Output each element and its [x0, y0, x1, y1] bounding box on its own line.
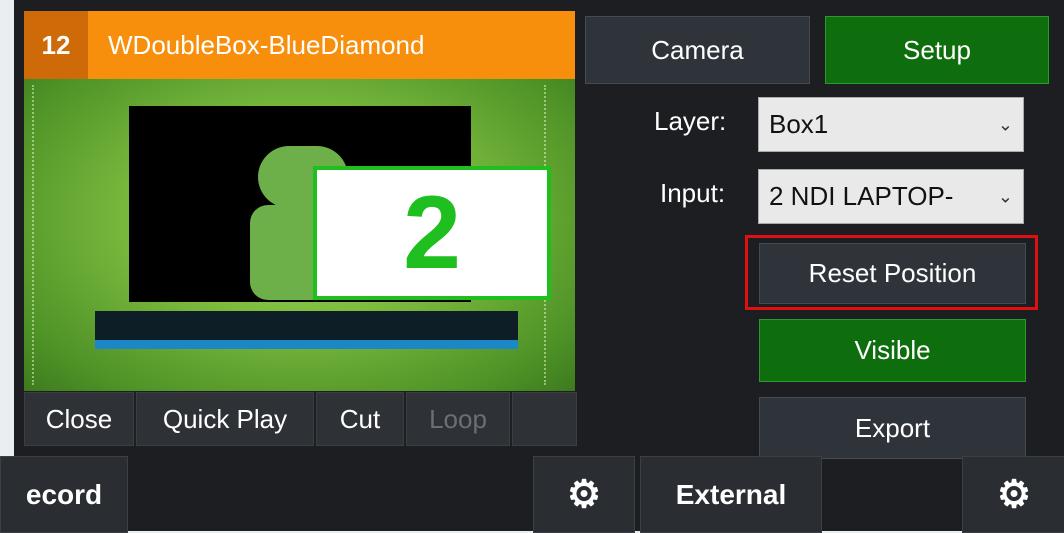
camera-button[interactable]: Camera [585, 16, 810, 84]
preview-ticker [95, 311, 518, 349]
ticker-bar [95, 340, 518, 349]
record-button[interactable]: ecord [0, 456, 128, 533]
visible-button[interactable]: Visible [759, 319, 1026, 382]
chevron-down-icon: ⌄ [997, 186, 1013, 206]
reset-position-button[interactable]: Reset Position [759, 243, 1026, 304]
layer-label: Layer: [654, 106, 727, 136]
quick-play-button[interactable]: Quick Play [136, 392, 314, 446]
external-button[interactable]: External [640, 456, 822, 533]
gear-icon: ⚙ [566, 474, 602, 516]
input-value: 2 NDI LAPTOP- [769, 181, 954, 211]
cut-button[interactable]: Cut [316, 392, 404, 446]
input-title: WDoubleBox-BlueDiamond [108, 30, 425, 60]
export-button[interactable]: Export [759, 397, 1026, 459]
more-button[interactable] [512, 392, 577, 446]
input-select[interactable]: 2 NDI LAPTOP- ⌄ [758, 169, 1024, 224]
chevron-down-icon: ⌄ [997, 114, 1013, 134]
record-settings-button[interactable]: ⚙ [533, 456, 635, 533]
layer-select[interactable]: Box1 ⌄ [758, 97, 1024, 152]
input-label: Input: [660, 178, 726, 208]
setup-button[interactable]: Setup [825, 16, 1049, 84]
layer-value: Box1 [769, 109, 829, 139]
input-title-bar[interactable]: 12 WDoubleBox-BlueDiamond [24, 11, 575, 79]
close-button[interactable]: Close [24, 392, 134, 446]
input-number: 12 [24, 11, 88, 79]
external-settings-button[interactable]: ⚙ [962, 456, 1064, 533]
gear-icon: ⚙ [996, 474, 1032, 516]
preview-number-box: 2 [313, 166, 551, 300]
loop-button[interactable]: Loop [406, 392, 510, 446]
